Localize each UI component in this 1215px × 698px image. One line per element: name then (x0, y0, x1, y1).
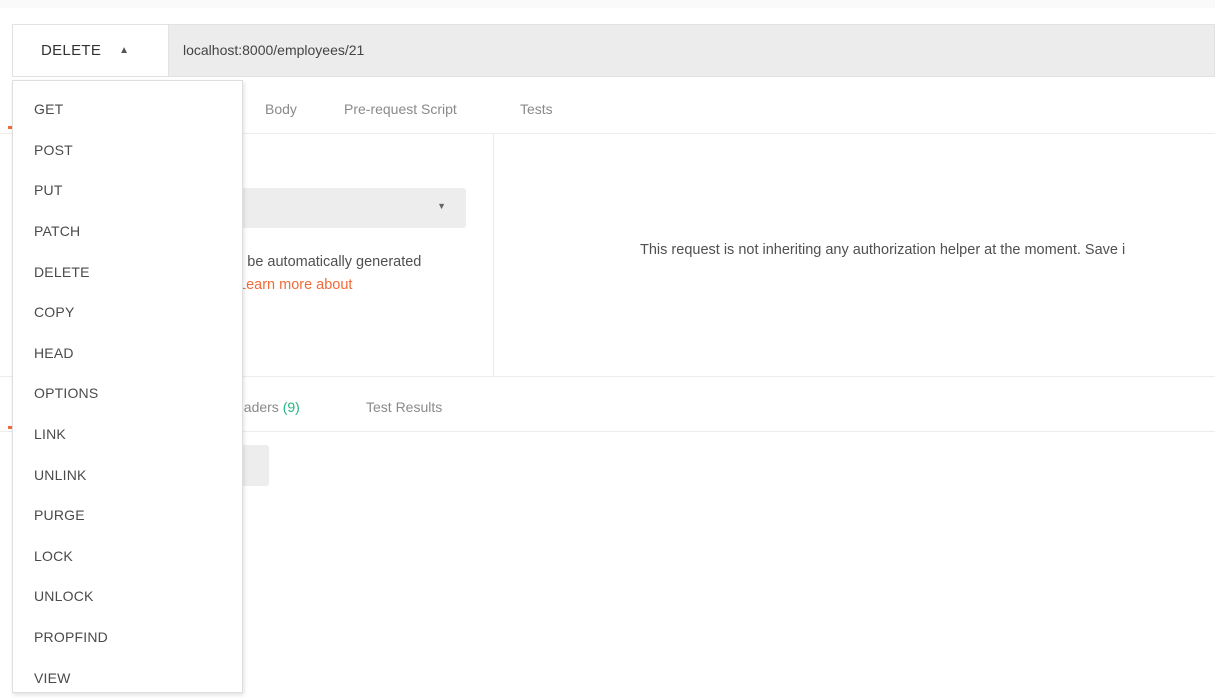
method-option-unlink[interactable]: UNLINK (13, 454, 242, 495)
tab-body[interactable]: Body (265, 101, 297, 117)
tab-tests[interactable]: Tests (520, 101, 553, 117)
chevron-down-icon: ▼ (437, 201, 446, 211)
tab-pre-request-script[interactable]: Pre-request Script (344, 101, 457, 117)
request-bar: DELETE ▲ (12, 24, 1215, 77)
method-option-copy[interactable]: COPY (13, 292, 242, 333)
method-option-propfind[interactable]: PROPFIND (13, 617, 242, 658)
auth-message: This request is not inheriting any autho… (640, 242, 1126, 258)
method-option-purge[interactable]: PURGE (13, 495, 242, 536)
method-option-get[interactable]: GET (13, 89, 242, 130)
method-option-post[interactable]: POST (13, 130, 242, 171)
top-strip (0, 0, 1215, 8)
auth-panel-divider (493, 134, 494, 376)
method-option-view[interactable]: VIEW (13, 657, 242, 698)
method-option-head[interactable]: HEAD (13, 333, 242, 374)
method-option-patch[interactable]: PATCH (13, 211, 242, 252)
method-option-put[interactable]: PUT (13, 170, 242, 211)
learn-more-link[interactable]: Learn more about (238, 277, 352, 293)
caret-up-icon: ▲ (119, 45, 130, 56)
method-option-options[interactable]: OPTIONS (13, 373, 242, 414)
method-option-link[interactable]: LINK (13, 414, 242, 455)
method-option-unlock[interactable]: UNLOCK (13, 576, 242, 617)
headers-count: (9) (282, 399, 300, 415)
response-tab-test-results[interactable]: Test Results (366, 399, 442, 415)
method-dropdown: GET POST PUT PATCH DELETE COPY HEAD OPTI… (12, 80, 243, 693)
url-input[interactable] (183, 25, 1183, 76)
auth-help-text: l be automatically generated (240, 254, 422, 270)
method-option-lock[interactable]: LOCK (13, 536, 242, 577)
method-select-label: DELETE (41, 42, 102, 59)
auth-type-select[interactable]: ▼ (208, 188, 466, 228)
method-option-delete[interactable]: DELETE (13, 251, 242, 292)
response-tab-headers[interactable]: eaders (9) (236, 399, 300, 415)
method-select[interactable]: DELETE ▲ (13, 25, 169, 76)
